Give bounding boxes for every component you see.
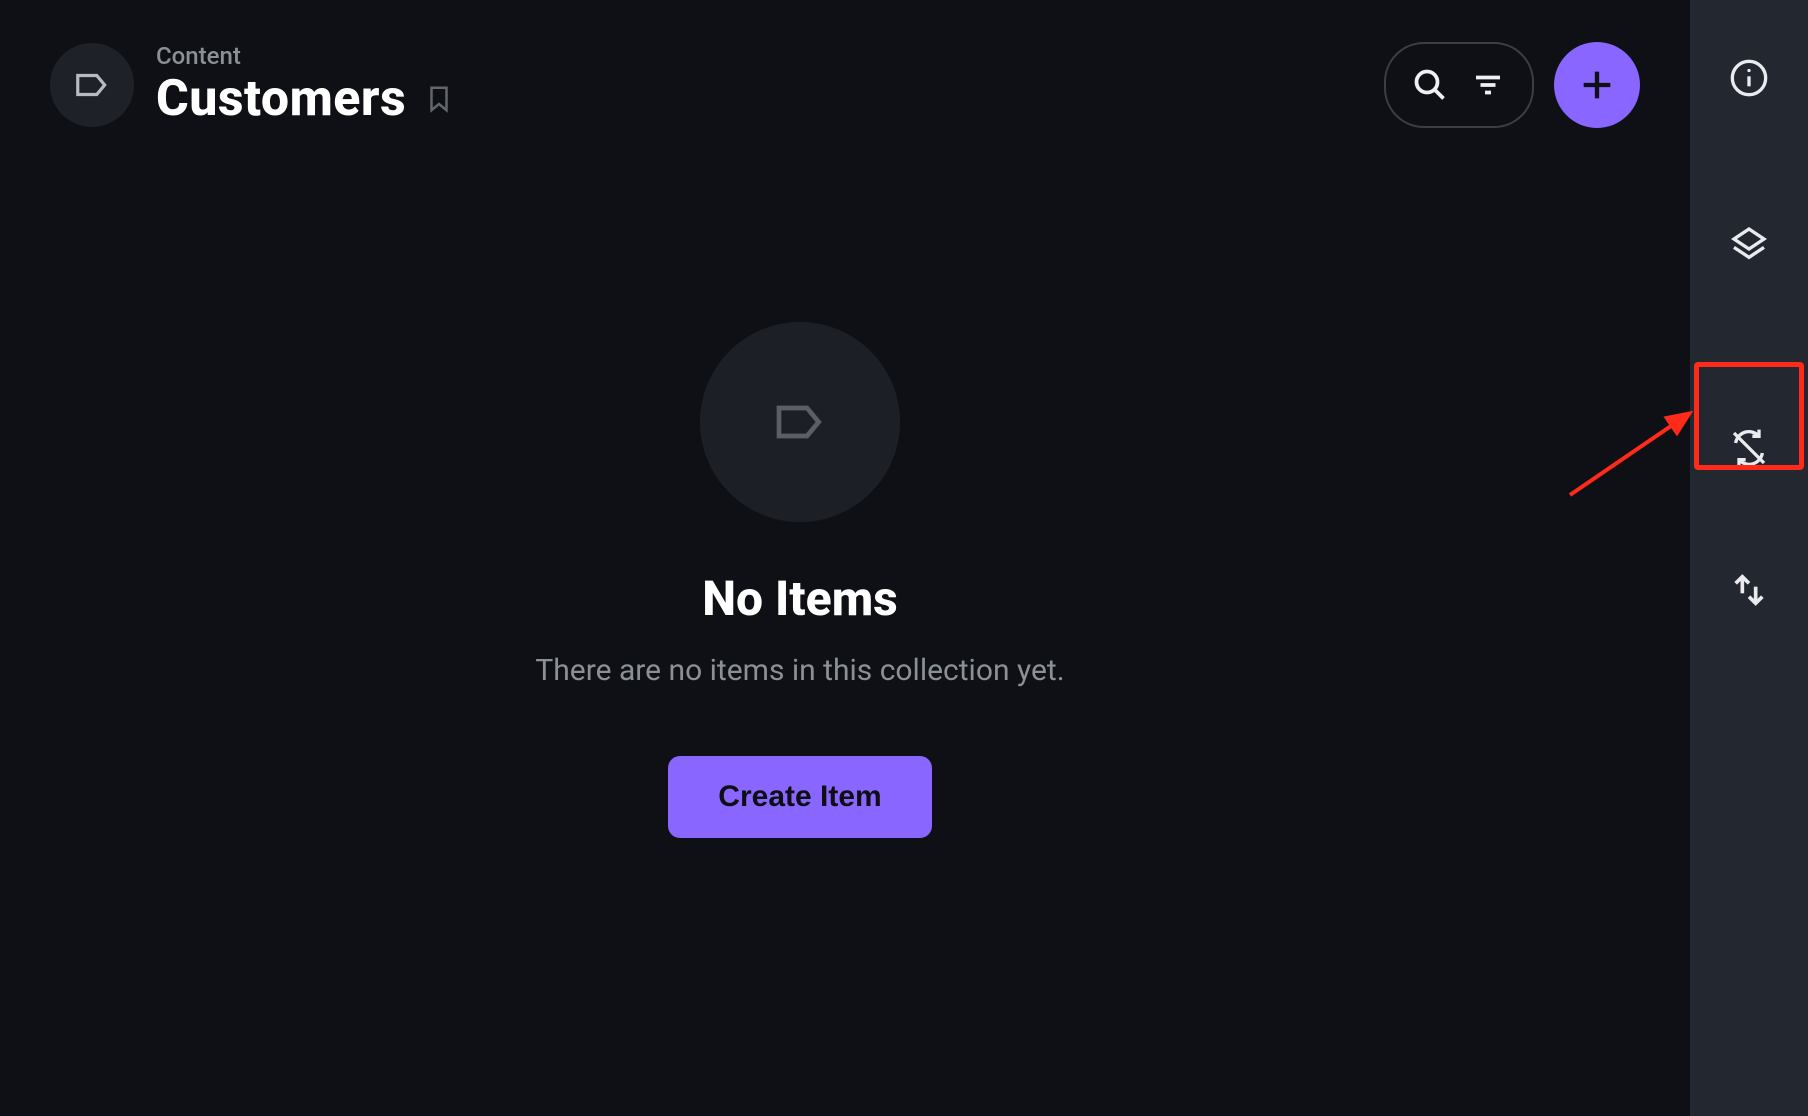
filter-button[interactable] — [1470, 67, 1506, 103]
page-title: Customers — [156, 70, 406, 128]
label-icon — [772, 394, 828, 450]
plus-icon — [1577, 65, 1617, 105]
create-item-button[interactable]: Create Item — [668, 756, 931, 838]
empty-state: No Items There are no items in this coll… — [0, 322, 1600, 838]
header: Content Customers — [50, 40, 1640, 130]
right-sidebar — [1690, 0, 1808, 1116]
header-titles: Content Customers — [156, 42, 454, 128]
search-button[interactable] — [1412, 67, 1448, 103]
empty-state-title: No Items — [702, 570, 898, 627]
header-actions — [1384, 42, 1640, 128]
sidebar-sync-off-button[interactable] — [1701, 400, 1797, 496]
import-export-icon — [1729, 570, 1769, 610]
sync-disabled-icon — [1729, 428, 1769, 468]
filter-icon — [1470, 67, 1506, 103]
bookmark-icon — [424, 84, 454, 114]
main-area: Content Customers — [0, 0, 1690, 1116]
sidebar-import-export-button[interactable] — [1701, 542, 1797, 638]
breadcrumb[interactable]: Content — [156, 42, 454, 70]
page-title-row: Customers — [156, 70, 454, 128]
label-icon — [73, 66, 111, 104]
layers-icon — [1729, 224, 1769, 264]
sidebar-info-button[interactable] — [1701, 30, 1797, 126]
empty-state-subtitle: There are no items in this collection ye… — [535, 653, 1064, 688]
app-root: Content Customers — [0, 0, 1808, 1116]
search-icon — [1412, 67, 1448, 103]
add-item-button[interactable] — [1554, 42, 1640, 128]
bookmark-button[interactable] — [424, 84, 454, 114]
search-filter-group — [1384, 42, 1534, 128]
sidebar-layers-button[interactable] — [1701, 196, 1797, 292]
info-icon — [1729, 58, 1769, 98]
collection-icon[interactable] — [50, 43, 134, 127]
empty-state-icon-circle — [700, 322, 900, 522]
